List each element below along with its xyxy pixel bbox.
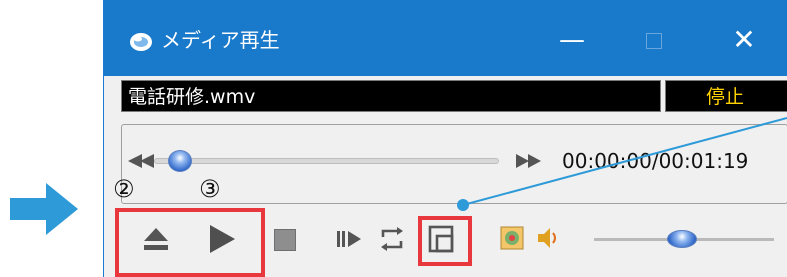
- frame-step-icon: [337, 231, 361, 247]
- volume-button[interactable]: [536, 225, 560, 251]
- fast-forward-icon[interactable]: [516, 154, 542, 168]
- app-icon: [130, 33, 152, 51]
- seek-thumb[interactable]: [168, 150, 192, 172]
- title-bar[interactable]: メディア再生 — ✕: [104, 0, 787, 76]
- maximize-icon: [646, 32, 662, 49]
- settings-icon: [500, 226, 524, 250]
- seek-track[interactable]: [154, 158, 499, 164]
- settings-button[interactable]: [500, 226, 524, 250]
- stop-button[interactable]: [274, 229, 296, 251]
- window-title: メディア再生: [161, 28, 280, 52]
- repeat-button[interactable]: [379, 226, 405, 252]
- rewind-icon[interactable]: [128, 154, 156, 168]
- marker-2: ②: [113, 175, 135, 203]
- marker-3: ③: [199, 175, 221, 203]
- maximize-button[interactable]: [624, 20, 684, 60]
- playback-status: 停止: [665, 80, 787, 112]
- frame-step-button[interactable]: [336, 230, 362, 248]
- pointer-arrow-icon: [10, 183, 78, 235]
- time-display: 00:00:00/00:01:19: [562, 149, 749, 173]
- eject-play-highlight: [115, 208, 265, 277]
- volume-thumb[interactable]: [667, 230, 697, 248]
- close-button[interactable]: ✕: [714, 20, 774, 60]
- minimize-button[interactable]: —: [542, 20, 602, 60]
- file-name-display: 電話研修.wmv: [121, 80, 661, 112]
- volume-icon: [538, 228, 556, 248]
- window-mode-highlight: [418, 216, 472, 266]
